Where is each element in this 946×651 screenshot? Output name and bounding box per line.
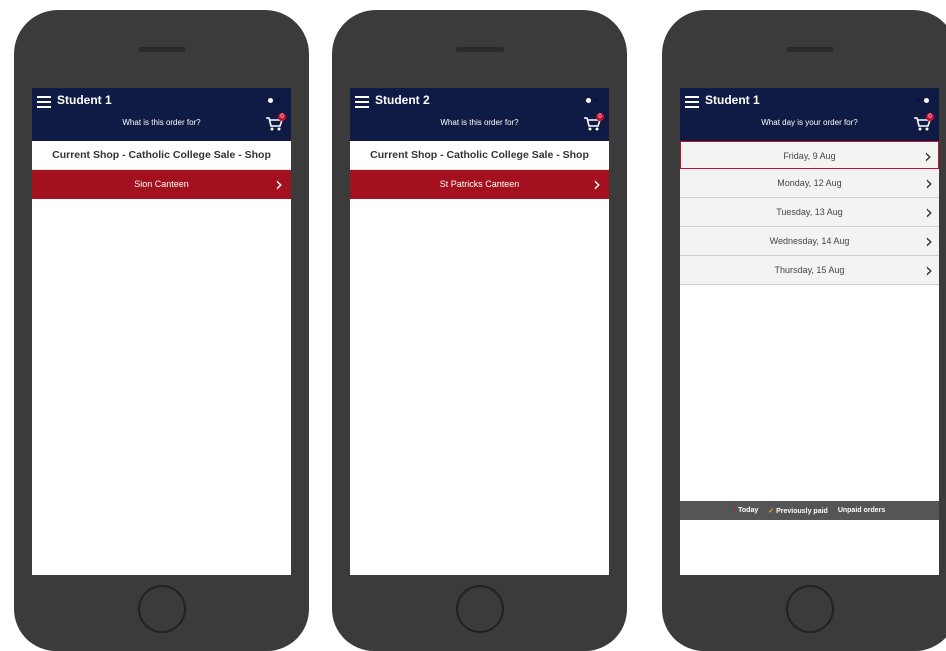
- page-dot: [276, 98, 281, 103]
- page-indicator: [586, 98, 599, 103]
- app-header: Student 1 What is this order for? 0: [32, 88, 291, 141]
- home-button[interactable]: [455, 585, 504, 633]
- legend-today: ▪ Today: [734, 507, 759, 514]
- chevron-right-icon: ›: [925, 229, 933, 253]
- phone-screen: Student 1 What day is your order for? 0 …: [680, 88, 939, 575]
- canteen-item[interactable]: Sion Canteen ›: [32, 170, 291, 199]
- day-label: Friday, 9 Aug: [783, 151, 836, 161]
- day-label: Tuesday, 13 Aug: [776, 207, 843, 217]
- legend-bar: ▪ Today ✓ Previously paid Unpaid orders: [680, 501, 939, 520]
- speaker-grille: [137, 47, 186, 52]
- cart-badge: 0: [278, 113, 286, 121]
- chevron-right-icon: ›: [275, 172, 283, 196]
- page-indicator: [916, 98, 929, 103]
- chevron-right-icon: ›: [593, 172, 601, 196]
- page-dot: [594, 98, 599, 103]
- speaker-grille: [455, 47, 504, 52]
- page-dot: [916, 98, 921, 103]
- phone-frame-1: Student 1 What is this order for? 0 Curr…: [14, 10, 309, 651]
- app-header: Student 1 What day is your order for? 0: [680, 88, 939, 141]
- home-button[interactable]: [785, 585, 834, 633]
- legend-paid: ✓ Previously paid: [768, 507, 828, 515]
- chevron-right-icon: ›: [925, 171, 933, 195]
- shop-title: Current Shop - Catholic College Sale - S…: [350, 141, 609, 170]
- home-button[interactable]: [137, 585, 186, 633]
- phone-frame-2: Student 2 What is this order for? 0 Curr…: [332, 10, 627, 651]
- cart-icon[interactable]: 0: [583, 113, 604, 132]
- canteen-item[interactable]: St Patricks Canteen ›: [350, 170, 609, 199]
- legend-paid-label: Previously paid: [776, 507, 828, 515]
- hamburger-icon[interactable]: [685, 96, 699, 108]
- page-dot-active: [268, 98, 273, 103]
- legend-today-label: Today: [738, 507, 759, 514]
- student-name[interactable]: Student 1: [57, 93, 112, 107]
- cart-icon[interactable]: 0: [913, 113, 934, 132]
- day-label: Wednesday, 14 Aug: [769, 236, 850, 246]
- student-name[interactable]: Student 1: [705, 93, 760, 107]
- day-row-tuesday[interactable]: Tuesday, 13 Aug ›: [680, 198, 939, 227]
- phone-screen: Student 2 What is this order for? 0 Curr…: [350, 88, 609, 575]
- legend-unpaid-label: Unpaid orders: [837, 507, 886, 514]
- chevron-right-icon: ›: [925, 200, 933, 224]
- cart-icon[interactable]: 0: [265, 113, 286, 132]
- app-header: Student 2 What is this order for? 0: [350, 88, 609, 141]
- shop-title: Current Shop - Catholic College Sale - S…: [32, 141, 291, 170]
- today-marker-icon: ▪: [733, 507, 737, 514]
- header-subtitle: What is this order for?: [440, 118, 519, 127]
- day-label: Monday, 12 Aug: [777, 178, 842, 188]
- day-row-monday[interactable]: Monday, 12 Aug ›: [680, 169, 939, 198]
- day-row-wednesday[interactable]: Wednesday, 14 Aug ›: [680, 227, 939, 256]
- canteen-label: Sion Canteen: [134, 179, 189, 189]
- cart-badge: 0: [596, 113, 604, 121]
- canteen-label: St Patricks Canteen: [439, 179, 520, 189]
- cart-badge: 0: [926, 113, 934, 121]
- check-icon: ✓: [768, 507, 775, 515]
- header-subtitle: What is this order for?: [122, 118, 201, 127]
- chevron-right-icon: ›: [924, 144, 932, 168]
- phone-screen: Student 1 What is this order for? 0 Curr…: [32, 88, 291, 575]
- chevron-right-icon: ›: [925, 258, 933, 282]
- legend-unpaid: Unpaid orders: [838, 507, 885, 514]
- phone-frame-3: Student 1 What day is your order for? 0 …: [662, 10, 946, 651]
- student-name[interactable]: Student 2: [375, 93, 430, 107]
- speaker-grille: [785, 47, 834, 52]
- day-label: Thursday, 15 Aug: [774, 265, 845, 275]
- hamburger-icon[interactable]: [355, 96, 369, 108]
- day-row-friday[interactable]: Friday, 9 Aug ›: [680, 141, 939, 169]
- hamburger-icon[interactable]: [37, 96, 51, 108]
- day-row-thursday[interactable]: Thursday, 15 Aug ›: [680, 256, 939, 285]
- page-dot-active: [586, 98, 591, 103]
- page-indicator: [268, 98, 281, 103]
- page-dot-active: [924, 98, 929, 103]
- header-subtitle: What day is your order for?: [761, 118, 858, 127]
